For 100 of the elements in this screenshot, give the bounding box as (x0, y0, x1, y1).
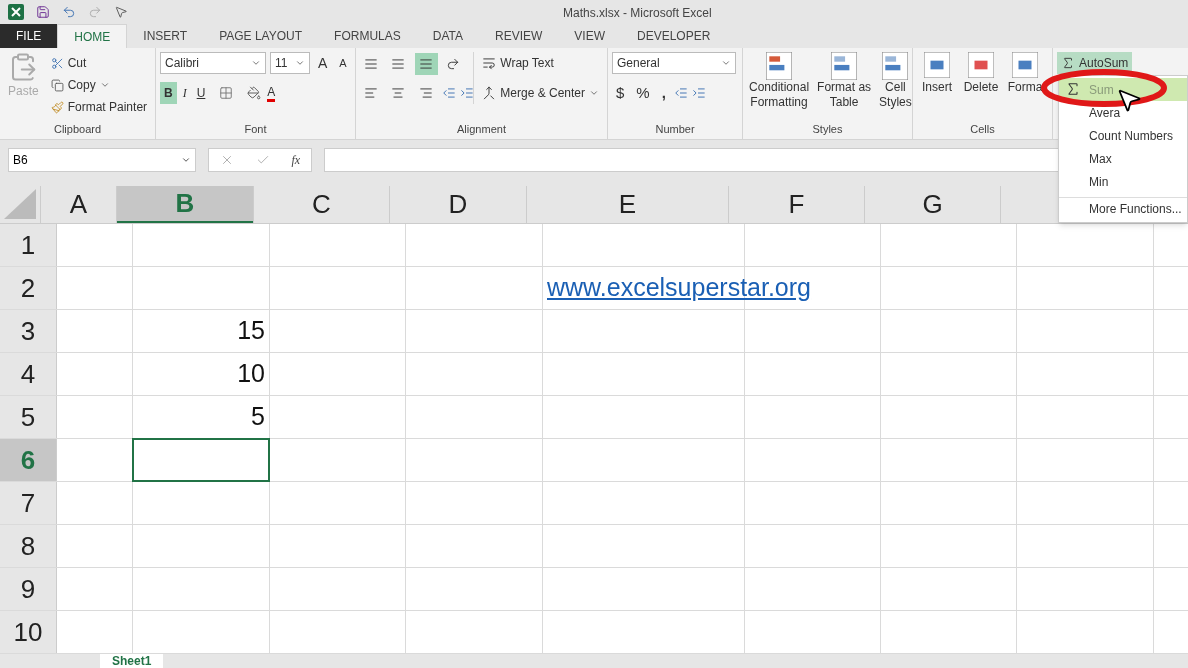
shrink-font-button[interactable]: A (335, 52, 351, 74)
paintbrush-icon (50, 100, 64, 114)
increase-indent-icon[interactable] (459, 85, 474, 100)
bold-button[interactable]: B (160, 82, 177, 104)
merge-center-button[interactable]: Merge & Center (478, 82, 603, 104)
caret-icon (99, 80, 110, 90)
row-header[interactable]: 2 (0, 267, 57, 309)
grid-icon (1012, 52, 1038, 78)
caret-icon (181, 155, 191, 165)
group-label: Number (655, 121, 695, 137)
ribbon-tab[interactable]: FILE (0, 24, 58, 48)
column-header[interactable]: A (41, 186, 116, 223)
align-left-icon[interactable] (364, 85, 378, 100)
styles-button[interactable]: Cell Styles (877, 52, 914, 110)
ribbon-tab[interactable]: VIEW (558, 24, 621, 48)
undo-icon[interactable] (62, 5, 76, 19)
grow-font-button[interactable]: A (314, 52, 332, 74)
row-header[interactable]: 9 (0, 568, 57, 610)
insert-function-button[interactable]: fx (291, 151, 301, 169)
comma-button[interactable]: , (657, 82, 670, 104)
group-label: Clipboard (53, 121, 102, 137)
align-right-icon[interactable] (418, 85, 433, 100)
ribbon-tab[interactable]: FORMULAS (318, 24, 417, 48)
wrap-text-button[interactable]: Wrap Text (478, 52, 603, 74)
enter-icon[interactable] (255, 153, 270, 167)
menu-item[interactable]: Max (1059, 147, 1187, 170)
cells-button[interactable]: Forma (1005, 52, 1045, 96)
sigma-icon (1061, 56, 1075, 70)
styles-button[interactable]: Format as Table (815, 52, 874, 110)
sigma-icon (1065, 81, 1081, 97)
column-header[interactable]: D (390, 186, 526, 223)
caret-icon (721, 58, 731, 68)
borders-icon[interactable] (219, 86, 234, 100)
active-cell[interactable] (132, 438, 270, 482)
name-box[interactable]: B6 (8, 148, 196, 172)
ribbon-tab[interactable]: INSERT (127, 24, 204, 48)
table-icon (766, 52, 792, 80)
row-header[interactable]: 1 (0, 224, 57, 266)
percent-button[interactable]: % (632, 82, 654, 104)
column-header[interactable]: E (527, 186, 728, 223)
number-format-field[interactable]: General (612, 52, 736, 74)
bottom-align-icon (418, 56, 433, 71)
scissors-icon (50, 56, 64, 70)
middle-align-icon[interactable] (391, 56, 406, 71)
caret-icon (295, 58, 305, 68)
currency-button[interactable]: $ (612, 82, 629, 104)
format-painter-button[interactable]: Format Painter (46, 96, 152, 118)
link[interactable]: www.excelsuperstar.org (547, 269, 811, 307)
row-header[interactable]: 10 (0, 611, 57, 653)
cells-button[interactable]: Delete (961, 52, 1001, 96)
font-color-button[interactable]: A (263, 82, 280, 104)
ribbon-tab[interactable]: PAGE LAYOUT (203, 24, 319, 48)
grid-icon (924, 52, 950, 78)
excel-logo-icon (8, 4, 24, 20)
ribbon-tab[interactable]: DEVELOPER (621, 24, 727, 48)
copy-button[interactable]: Copy (46, 74, 152, 96)
number-cell-text: 10 (237, 358, 265, 390)
sheet-tab[interactable]: Sheet1 (100, 654, 164, 668)
group-label: Font (244, 121, 267, 137)
bottom-align-button[interactable] (414, 52, 438, 75)
row-header[interactable]: 8 (0, 525, 57, 567)
row-header[interactable]: 4 (0, 353, 57, 395)
caret-icon (251, 58, 261, 68)
ribbon-tab[interactable]: REVIEW (479, 24, 559, 48)
cut-button[interactable]: Cut (46, 52, 152, 74)
save-icon[interactable] (36, 5, 50, 19)
column-header[interactable]: C (254, 186, 389, 223)
underline-button[interactable]: U (192, 82, 210, 104)
styles-button[interactable]: Conditional Formatting (747, 52, 812, 110)
group-label: Styles (812, 121, 843, 137)
cells-button[interactable]: Insert (917, 52, 957, 96)
caret-icon (589, 88, 599, 98)
column-header[interactable]: F (729, 186, 864, 223)
group-label: Cells (970, 121, 995, 137)
decrease-indent-icon[interactable] (441, 85, 456, 100)
row-header[interactable]: 3 (0, 310, 57, 352)
row-header[interactable]: 7 (0, 482, 57, 524)
row-header[interactable]: 5 (0, 396, 57, 438)
table-icon (831, 52, 858, 80)
menu-item[interactable]: Min (1059, 170, 1187, 193)
menu-item[interactable]: More Functions... (1059, 197, 1187, 220)
fill-color-icon[interactable] (247, 86, 262, 100)
font-size-field[interactable]: 11 (270, 52, 310, 74)
redo-icon[interactable] (88, 5, 102, 19)
ribbon-tab[interactable]: DATA (416, 24, 479, 48)
group-label: Alignment (457, 121, 506, 137)
table-icon (882, 52, 909, 80)
menu-item[interactable]: Count Numbers (1059, 124, 1187, 147)
top-align-icon[interactable] (364, 56, 378, 71)
window-title: Maths.xlsx - Microsoft Excel (563, 5, 712, 22)
ribbon-tab[interactable]: HOME (57, 24, 128, 48)
column-header[interactable]: G (865, 186, 1000, 223)
copy-icon (50, 78, 64, 92)
number-cell-text: 5 (251, 401, 265, 433)
wrap-text-icon (482, 56, 497, 70)
number-cell-text: 15 (237, 315, 265, 347)
italic-button[interactable]: I (178, 82, 191, 104)
merge-icon (482, 86, 497, 100)
font-name-field[interactable]: Calibri (160, 52, 266, 74)
align-center-icon[interactable] (391, 85, 406, 100)
